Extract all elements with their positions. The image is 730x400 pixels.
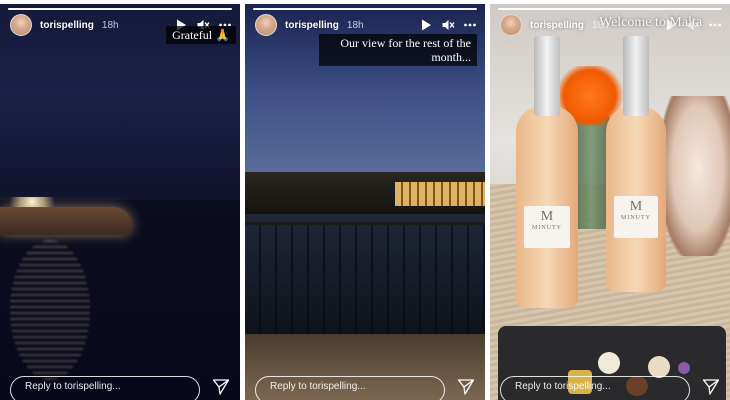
username[interactable]: torispelling <box>40 20 94 31</box>
bottle-label: M MINUTY <box>614 196 658 238</box>
play-icon[interactable] <box>419 18 433 32</box>
reply-input[interactable] <box>255 376 445 400</box>
story-progress-bar <box>498 8 722 10</box>
mute-icon[interactable] <box>441 18 455 32</box>
bottle-label: M MINUTY <box>524 206 570 248</box>
avatar[interactable] <box>10 14 32 36</box>
story-caption: Welcome to Malta <box>599 15 703 30</box>
bottle-label-name: MINUTY <box>621 215 651 221</box>
avatar[interactable] <box>255 14 277 36</box>
story-caption: Grateful 🙏 <box>166 26 236 44</box>
send-icon[interactable] <box>702 378 720 396</box>
wine-bottle: M MINUTY <box>606 36 666 292</box>
username[interactable]: torispelling <box>285 20 339 31</box>
reply-bar <box>10 376 230 400</box>
reply-input[interactable] <box>500 376 690 400</box>
timestamp: 18h <box>101 19 119 31</box>
more-icon[interactable] <box>463 18 477 32</box>
avatar[interactable] <box>500 14 522 36</box>
story-caption: Our view for the rest of the month... <box>319 34 477 66</box>
story-controls <box>419 18 477 32</box>
story-progress-bar <box>253 8 477 10</box>
story-progress-bar <box>8 8 232 10</box>
story-panel-2[interactable]: torispelling 18h Our view for the rest o… <box>245 4 485 400</box>
send-icon[interactable] <box>212 378 230 396</box>
story-image-wine-bottles: M MINUTY M MINUTY <box>490 4 730 400</box>
reply-bar <box>500 376 720 400</box>
timestamp: 18h <box>346 19 364 31</box>
bottle-label-letter: M <box>629 199 643 214</box>
wine-bottle: M MINUTY <box>516 36 578 308</box>
send-icon[interactable] <box>457 378 475 396</box>
username[interactable]: torispelling <box>530 20 584 31</box>
reply-bar <box>255 376 475 400</box>
bottle-label-letter: M <box>540 209 554 224</box>
story-panel-1[interactable]: torispelling 18h Grateful 🙏 <box>0 4 240 400</box>
story-panel-3[interactable]: M MINUTY M MINUTY torispelling 18h Welco… <box>490 4 730 400</box>
reply-input[interactable] <box>10 376 200 400</box>
bottle-label-name: MINUTY <box>532 225 562 231</box>
story-image-night-sea <box>0 4 240 400</box>
more-icon[interactable] <box>708 18 722 32</box>
